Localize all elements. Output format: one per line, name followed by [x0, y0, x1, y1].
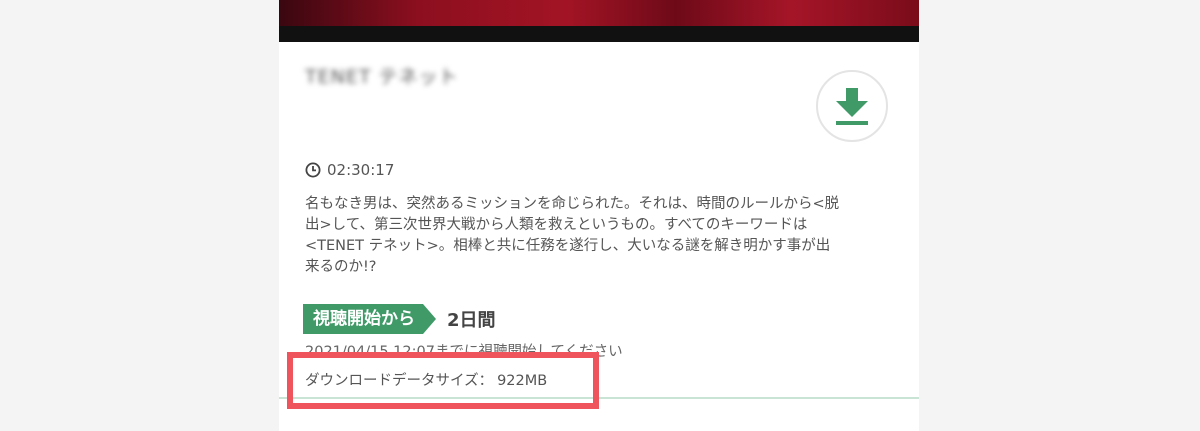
video-thumbnail[interactable]	[279, 0, 919, 42]
synopsis-line: 出>して、第三次世界大戦から人類を救えというもの。すべてのキーワードは	[305, 217, 808, 233]
download-size-value: 922MB	[497, 373, 548, 389]
download-button[interactable]	[816, 70, 888, 142]
download-size-label: ダウンロードデータサイズ	[305, 373, 479, 389]
divider	[279, 397, 919, 399]
viewing-deadline: 2021/04/15 12:07までに視聴開始してください	[305, 344, 623, 360]
synopsis-line: 名もなき男は、突然あるミッションを命じられた。それは、時間のルールから<脱	[305, 196, 840, 212]
synopsis-line: <TENET テネット>。相棒と共に任務を遂行し、大いなる謎を解き明かす事が出	[305, 238, 831, 254]
download-icon	[836, 88, 868, 125]
duration-text: 02:30:17	[327, 161, 395, 179]
video-detail-panel: TENET テネット 02:30:17 名もなき男は、突然あるミッションを命じら…	[279, 0, 919, 431]
download-size-row: ダウンロードデータサイズ： 922MB	[305, 371, 547, 391]
duration-row: 02:30:17	[305, 158, 394, 182]
synopsis: 名もなき男は、突然あるミッションを命じられた。それは、時間のルールから<脱 出>…	[305, 194, 905, 278]
viewing-period-badge: 視聴開始から	[303, 304, 436, 334]
video-title-blurred: TENET テネット	[305, 66, 459, 88]
synopsis-line: 来るのか!?	[305, 259, 377, 275]
viewing-period: 視聴開始から 2日間	[303, 303, 496, 335]
viewing-period-value: 2日間	[447, 310, 496, 331]
download-size-separator: ：	[478, 373, 494, 389]
clock-icon	[305, 162, 321, 178]
